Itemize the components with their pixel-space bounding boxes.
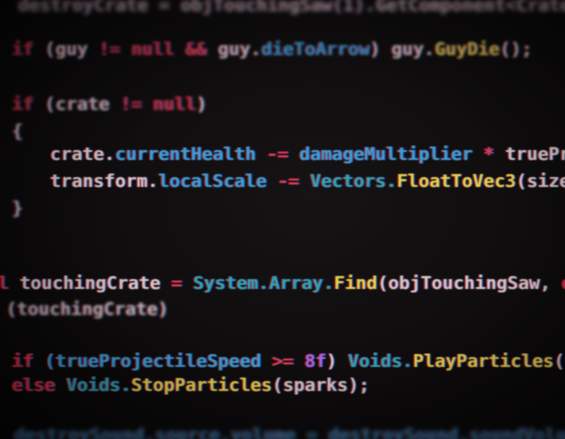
code-token: {	[12, 121, 23, 142]
code-token: )	[326, 351, 348, 372]
code-token: obj	[562, 273, 565, 294]
code-line: if (crate != null)	[12, 93, 207, 117]
code-token: null	[152, 94, 197, 115]
code-token: 8f	[304, 351, 327, 372]
code-token: !=	[120, 94, 153, 115]
code-token: -=	[266, 144, 300, 165]
code-token: ) guy.	[369, 39, 435, 60]
code-token: }	[12, 198, 23, 219]
code-token: StopParticles	[131, 375, 273, 396]
code-line: }	[12, 197, 23, 221]
code-token: -=	[277, 171, 311, 192]
code-token: crate.	[50, 144, 116, 165]
code-line: crate.currentHealth -= damageMultiplier …	[50, 143, 565, 167]
code-token: transform.	[50, 171, 159, 192]
code-block: destroyCrate = objTouchingSaw(1).GetComp…	[0, 0, 565, 439]
code-token: if	[12, 94, 45, 115]
code-token: (trueProjectileSpeed	[44, 351, 273, 372]
code-token: (sparks);	[272, 375, 370, 396]
code-token: else	[12, 375, 67, 396]
code-token: (touchingCrate)	[6, 299, 169, 320]
code-line: destroyCrate = objTouchingSaw(1).GetComp…	[18, 0, 565, 18]
code-token: localScale	[158, 171, 278, 192]
code-token: l	[0, 273, 20, 294]
code-token: ();	[499, 39, 533, 60]
code-token: Voids.	[66, 375, 132, 396]
code-token: >=	[272, 351, 305, 372]
code-line: else Voids.StopParticles(sparks);	[12, 374, 370, 398]
code-token: =	[171, 273, 194, 294]
code-token: (sizeReduction	[516, 171, 565, 192]
code-token: &&	[185, 39, 218, 60]
code-token: damageMultiplier	[299, 144, 484, 165]
code-token: Array.	[268, 273, 334, 294]
code-token: destroyCrate = objTouchingSaw(1).GetComp…	[18, 0, 565, 16]
code-token: FloatToVec3	[396, 171, 517, 192]
code-photo: destroyCrate = objTouchingSaw(1).GetComp…	[0, 0, 565, 439]
code-token: (objTouchingSaw,	[377, 273, 562, 294]
code-token: dieToArrow	[261, 39, 370, 60]
code-token: if	[12, 351, 45, 372]
code-line: if (guy != null && guy.dieToArrow) guy.G…	[12, 38, 532, 62]
code-token: guy.	[217, 39, 262, 60]
code-token: !=	[98, 39, 132, 60]
code-line: transform.localScale -= Vectors.FloatToV…	[50, 170, 565, 194]
code-token: Vectors.	[310, 171, 397, 192]
code-line: destroySound.source.volume = destroySoun…	[14, 424, 565, 439]
code-token: touchingCrate	[19, 273, 172, 294]
code-token: )	[196, 94, 208, 115]
code-line: {	[12, 120, 23, 144]
code-token: destroySound.source.volume = destroySoun…	[14, 425, 565, 439]
code-token: currentHealth	[115, 144, 267, 165]
code-token: PlayParticles	[413, 351, 554, 372]
code-token: (crate	[44, 94, 121, 115]
code-token: *	[483, 144, 506, 165]
code-line: if (trueProjectileSpeed >= 8f) Voids.Pla…	[12, 350, 565, 374]
code-token: trueProjectileSpeed	[505, 144, 565, 165]
code-token: if	[12, 39, 45, 60]
code-token: System.	[193, 273, 269, 294]
code-line: l touchingCrate = System.Array.Find(objT…	[0, 272, 565, 296]
code-token: Find	[333, 273, 378, 294]
code-token: (sparks);	[553, 351, 565, 372]
code-token: null	[131, 39, 186, 60]
code-token: (guy	[44, 39, 99, 60]
code-line: (touchingCrate)	[6, 298, 169, 322]
code-token: GuyDie	[434, 39, 500, 60]
code-token: Voids.	[347, 351, 414, 372]
